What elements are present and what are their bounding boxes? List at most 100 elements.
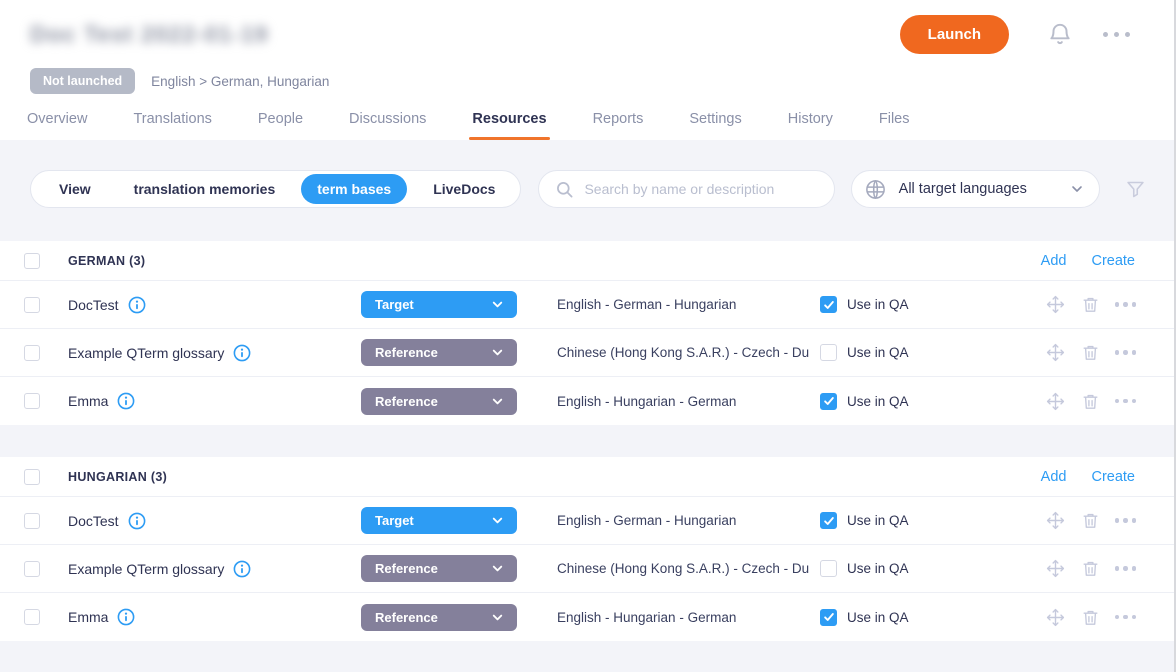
move-icon[interactable] [1045,558,1066,579]
view-label: View [35,181,113,197]
trash-icon[interactable] [1081,343,1100,362]
use-in-qa-checkbox[interactable] [820,296,837,313]
target-language-dropdown[interactable]: All target languages [851,170,1100,208]
section-header: HUNGARIAN (3) Add Create [0,457,1176,497]
role-dropdown-value: Target [375,513,490,528]
notifications-bell-icon[interactable] [1047,21,1073,47]
row-more-icon[interactable] [1115,395,1137,408]
role-dropdown[interactable]: Reference [361,555,517,582]
trash-icon[interactable] [1081,392,1100,411]
resource-row: DocTest Target English - German - Hungar… [0,281,1176,329]
info-icon[interactable] [117,608,135,626]
trash-icon[interactable] [1081,511,1100,530]
tab-overview[interactable]: Overview [27,103,87,140]
language-section: HUNGARIAN (3) Add Create DocTest Target [0,457,1176,641]
language-pair-breadcrumb: English > German, Hungarian [151,74,329,89]
segment-livedocs[interactable]: LiveDocs [417,174,511,204]
row-select-checkbox[interactable] [24,393,40,409]
row-more-icon[interactable] [1115,298,1137,311]
tab-resources[interactable]: Resources [472,103,546,140]
role-dropdown[interactable]: Reference [361,604,517,631]
resource-row: Example QTerm glossary Reference Chinese… [0,545,1176,593]
role-dropdown[interactable]: Reference [361,388,517,415]
tab-translations[interactable]: Translations [133,103,211,140]
resource-name: Example QTerm glossary [68,345,224,361]
role-dropdown[interactable]: Target [361,291,517,318]
search-icon [555,180,574,199]
add-link[interactable]: Add [1041,253,1067,269]
move-icon[interactable] [1045,607,1066,628]
section-select-checkbox[interactable] [24,253,40,269]
role-dropdown[interactable]: Reference [361,339,517,366]
row-more-icon[interactable] [1115,514,1137,527]
resource-row: Emma Reference English - Hungarian - Ger… [0,377,1176,425]
chevron-down-icon [490,610,505,625]
row-more-icon[interactable] [1115,346,1137,359]
row-select-checkbox[interactable] [24,513,40,529]
language-list: Chinese (Hong Kong S.A.R.) - Czech - Du… [557,345,810,360]
row-select-checkbox[interactable] [24,297,40,313]
resource-row: Emma Reference English - Hungarian - Ger… [0,593,1176,641]
launch-button[interactable]: Launch [900,15,1009,54]
role-dropdown-value: Reference [375,394,490,409]
use-in-qa-label: Use in QA [847,345,909,360]
move-icon[interactable] [1045,342,1066,363]
add-link[interactable]: Add [1041,469,1067,485]
resource-name: DocTest [68,513,119,529]
info-icon[interactable] [233,344,251,362]
language-list: English - German - Hungarian [557,297,810,312]
filter-bar: View translation memories term bases LiveD… [0,140,1176,208]
tab-reports[interactable]: Reports [593,103,644,140]
tab-history[interactable]: History [788,103,833,140]
move-icon[interactable] [1045,294,1066,315]
info-icon[interactable] [128,512,146,530]
resource-sections: GERMAN (3) Add Create DocTest Target En [0,241,1176,641]
resource-type-switcher: View translation memories term bases LiveD… [30,170,521,208]
chevron-down-icon [490,345,505,360]
language-list: English - Hungarian - German [557,610,810,625]
resource-name: Emma [68,609,108,625]
language-list: English - Hungarian - German [557,394,810,409]
move-icon[interactable] [1045,510,1066,531]
use-in-qa-checkbox[interactable] [820,393,837,410]
page-title: Doc Test 2022-01-19 [30,21,268,48]
tab-discussions[interactable]: Discussions [349,103,426,140]
trash-icon[interactable] [1081,295,1100,314]
section-select-checkbox[interactable] [24,469,40,485]
search-input[interactable] [584,181,833,197]
row-select-checkbox[interactable] [24,561,40,577]
row-more-icon[interactable] [1115,562,1137,575]
header-more-icon[interactable] [1103,32,1130,37]
segment-term-bases[interactable]: term bases [301,174,407,204]
role-dropdown-value: Target [375,297,490,312]
use-in-qa-label: Use in QA [847,610,909,625]
section-title: GERMAN (3) [68,254,145,268]
tab-people[interactable]: People [258,103,303,140]
row-select-checkbox[interactable] [24,345,40,361]
segment-translation-memories[interactable]: translation memories [118,174,292,204]
tab-settings[interactable]: Settings [689,103,741,140]
resource-name: DocTest [68,297,119,313]
language-list: Chinese (Hong Kong S.A.R.) - Czech - Du… [557,561,810,576]
trash-icon[interactable] [1081,559,1100,578]
use-in-qa-checkbox[interactable] [820,560,837,577]
row-select-checkbox[interactable] [24,609,40,625]
create-link[interactable]: Create [1091,469,1135,485]
role-dropdown[interactable]: Target [361,507,517,534]
tab-files[interactable]: Files [879,103,910,140]
row-more-icon[interactable] [1115,611,1137,624]
resource-name: Emma [68,393,108,409]
target-language-value: All target languages [899,181,1069,197]
chevron-down-icon [490,561,505,576]
use-in-qa-checkbox[interactable] [820,609,837,626]
info-icon[interactable] [233,560,251,578]
info-icon[interactable] [117,392,135,410]
resource-name: Example QTerm glossary [68,561,224,577]
filter-funnel-icon[interactable] [1125,179,1146,200]
info-icon[interactable] [128,296,146,314]
use-in-qa-checkbox[interactable] [820,344,837,361]
use-in-qa-checkbox[interactable] [820,512,837,529]
trash-icon[interactable] [1081,608,1100,627]
create-link[interactable]: Create [1091,253,1135,269]
move-icon[interactable] [1045,391,1066,412]
